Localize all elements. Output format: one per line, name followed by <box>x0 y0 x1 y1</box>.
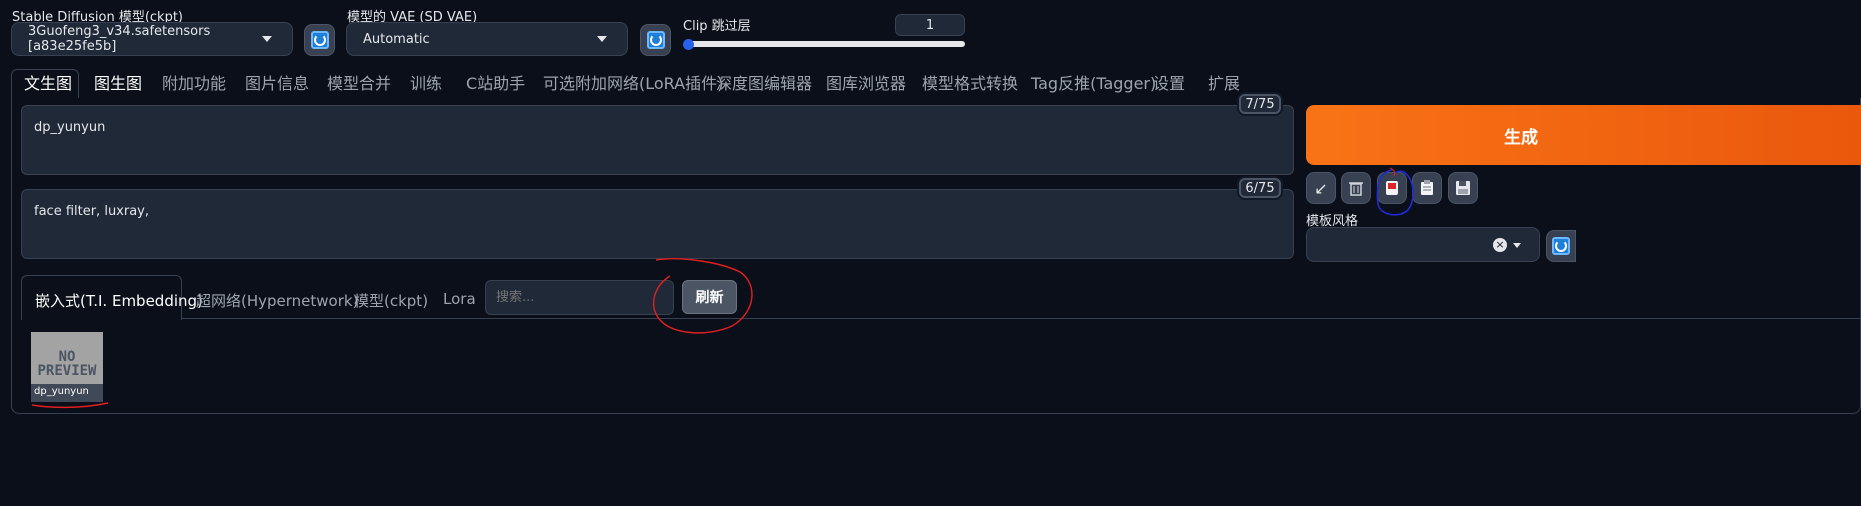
tab-additional-networks[interactable]: 可选附加网络(LoRA插件) <box>543 73 723 95</box>
ckpt-refresh-button[interactable] <box>304 24 335 56</box>
tab-extensions[interactable]: 扩展 <box>1208 73 1240 95</box>
vae-refresh-button[interactable] <box>640 24 671 56</box>
tab-model-converter[interactable]: 模型格式转换 <box>922 73 1018 95</box>
generate-button[interactable]: 生成 <box>1306 105 1861 165</box>
tab-txt2img[interactable]: 文生图 <box>24 73 72 95</box>
refresh-icon <box>310 31 329 49</box>
chevron-down-icon <box>262 36 272 42</box>
tab-image-browser[interactable]: 图库浏览器 <box>826 73 906 95</box>
style-dropdown[interactable]: × <box>1306 227 1540 262</box>
trash-icon[interactable] <box>1341 172 1371 204</box>
save-icon[interactable] <box>1448 172 1478 204</box>
tab-civitai-helper[interactable]: C站助手 <box>466 73 525 95</box>
search-input[interactable] <box>485 280 674 315</box>
clipboard-glyph <box>1421 180 1433 195</box>
clip-skip-slider-track[interactable] <box>685 41 965 47</box>
subtab-textual-inversion[interactable]: 嵌入式(T.I. Embedding) <box>35 290 203 311</box>
save-glyph <box>1456 181 1470 195</box>
trash-glyph <box>1349 182 1363 196</box>
subtab-checkpoints[interactable]: 模型(ckpt) <box>354 290 428 311</box>
subtab-lora[interactable]: Lora <box>443 290 476 308</box>
negative-prompt-textarea[interactable]: face filter, luxray, <box>21 189 1294 259</box>
subtab-hypernetwork[interactable]: 超网络(Hypernetwork) <box>196 290 358 311</box>
tab-train[interactable]: 训练 <box>410 73 442 95</box>
prompt-textarea[interactable]: dp_yunyun <box>21 105 1294 175</box>
tab-extras[interactable]: 附加功能 <box>162 73 226 95</box>
style-refresh-button[interactable] <box>1546 230 1576 262</box>
ckpt-dropdown[interactable]: 3Guofeng3_v34.safetensors [a83e25fe5b] <box>11 22 293 56</box>
tab-depth-editor[interactable]: 深度图编辑器 <box>716 73 812 95</box>
prompt-token-counter: 7/75 <box>1239 94 1281 114</box>
clip-skip-label: Clip 跳过层 <box>683 19 751 34</box>
subtab-divider <box>182 318 1861 319</box>
negative-token-counter: 6/75 <box>1239 178 1281 198</box>
tab-merge[interactable]: 模型合并 <box>327 73 391 95</box>
card-name: dp_yunyun <box>34 386 89 397</box>
vae-value: Automatic <box>363 31 430 47</box>
arrow-icon[interactable]: ↙ <box>1306 172 1336 204</box>
tab-tagger[interactable]: Tag反推(Tagger) <box>1031 73 1156 95</box>
refresh-icon <box>646 31 665 49</box>
embedding-card[interactable]: NO PREVIEW dp_yunyun <box>31 332 103 402</box>
refresh-icon <box>1552 237 1570 255</box>
annotation-blue-circle <box>1376 167 1414 216</box>
ckpt-value: 3Guofeng3_v34.safetensors [a83e25fe5b] <box>28 24 211 54</box>
chevron-down-icon <box>597 36 607 42</box>
tab-img2img[interactable]: 图生图 <box>94 73 142 95</box>
clip-skip-slider-thumb[interactable] <box>683 39 694 50</box>
tab-settings[interactable]: 设置 <box>1153 73 1185 95</box>
tab-png-info[interactable]: 图片信息 <box>245 73 309 95</box>
clear-icon[interactable]: × <box>1493 238 1507 252</box>
chevron-down-icon <box>1513 243 1521 248</box>
annotation-red-circle <box>652 258 753 334</box>
vae-dropdown[interactable]: Automatic <box>346 22 628 56</box>
no-preview-image: NO PREVIEW <box>37 349 97 379</box>
annotation-red-underline <box>31 402 109 409</box>
clip-skip-number-input[interactable]: 1 <box>895 14 965 36</box>
